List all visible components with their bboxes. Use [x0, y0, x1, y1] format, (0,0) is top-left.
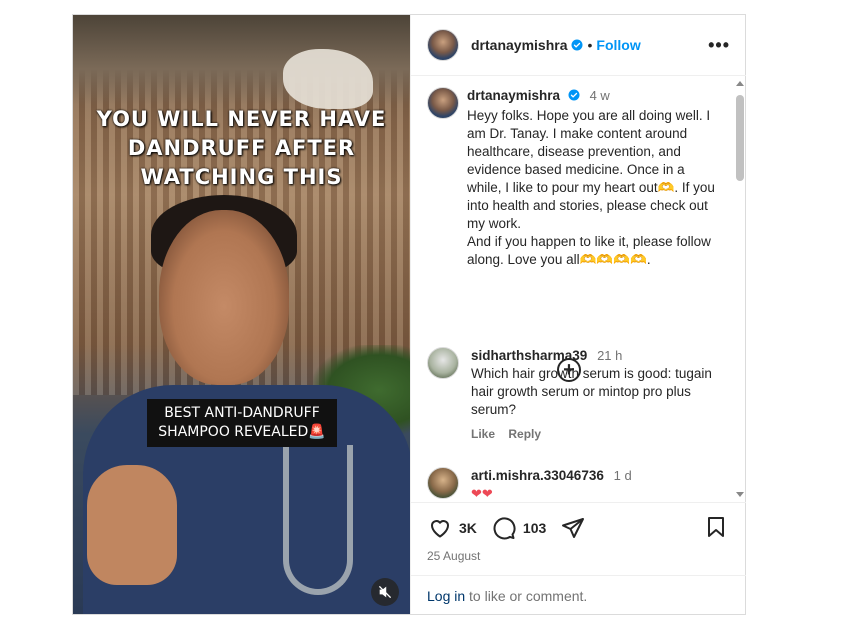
scrollbar-thumb[interactable] [736, 95, 744, 181]
comment-like-button[interactable]: Like [471, 427, 495, 441]
comment-time: 1 d [613, 468, 632, 483]
commenter-username[interactable]: sidharthsharma39 [471, 348, 587, 363]
post-date[interactable]: 25 August [427, 549, 480, 563]
commenter-avatar[interactable] [427, 347, 459, 379]
post-container: YOU WILL NEVER HAVE DANDRUFF AFTER WATCH… [72, 14, 746, 615]
scroll-down-arrow-icon[interactable] [736, 492, 744, 497]
comment-text: Which hair growth serum is good: tugain … [471, 366, 712, 417]
stethoscope [283, 445, 353, 595]
follow-button[interactable]: Follow [596, 37, 640, 53]
caption-text: Heyy folks. Hope you are all doing well.… [467, 108, 715, 267]
comment-button[interactable] [491, 515, 517, 541]
more-options-icon[interactable]: ••• [708, 35, 730, 56]
overlay-line: YOU WILL NEVER HAVE [96, 107, 387, 131]
post-sidebar: drtanaymishra • Follow ••• drtanaymishra… [410, 15, 746, 614]
comment-body: sidharthsharma39 21 h Which hair growth … [471, 347, 721, 443]
verified-badge-icon [571, 39, 583, 51]
verified-badge-icon [568, 89, 580, 101]
author-username[interactable]: drtanaymishra [471, 37, 567, 53]
scroll-up-arrow-icon[interactable] [736, 81, 744, 86]
caption-time: 4 w [589, 88, 610, 103]
mute-button[interactable] [371, 578, 399, 606]
comment-body: arti.mishra.33046736 1 d ❤❤ [471, 467, 721, 501]
heart-icon [431, 520, 449, 538]
comments-scroll-area[interactable]: drtanaymishra 4 w Heyy folks. Hope you a… [411, 77, 746, 501]
overlay-line: DANDRUFF AFTER [127, 136, 356, 160]
paper-plane-icon [562, 518, 585, 538]
commenter-avatar[interactable] [427, 467, 459, 499]
login-link[interactable]: Log in [427, 588, 465, 604]
caption-author-avatar[interactable] [427, 87, 459, 119]
caption-content: drtanaymishra 4 w Heyy folks. Hope you a… [467, 87, 722, 269]
person-hand [87, 465, 177, 585]
comment-item: sidharthsharma39 21 h Which hair growth … [427, 347, 727, 443]
comment-reply-button[interactable]: Reply [508, 427, 541, 441]
login-prompt-text: to like or comment. [465, 588, 588, 604]
like-button[interactable] [427, 515, 453, 541]
person-face [159, 210, 289, 385]
caption-username[interactable]: drtanaymishra [467, 88, 560, 103]
action-row: 3K 103 [427, 515, 586, 541]
comment-bubble-icon [493, 517, 516, 540]
commenter-username[interactable]: arti.mishra.33046736 [471, 468, 604, 483]
bookmark-icon [708, 517, 724, 537]
login-prompt: Log in to like or comment. [411, 575, 746, 614]
video-caption-box: BEST ANTI-DANDRUFF SHAMPOO REVEALED🚨 [147, 399, 337, 447]
comments-count[interactable]: 103 [523, 520, 546, 536]
post-action-bar: 3K 103 25 August [411, 502, 746, 563]
comment-item: arti.mishra.33046736 1 d ❤❤ [427, 467, 727, 501]
reel-video[interactable]: YOU WILL NEVER HAVE DANDRUFF AFTER WATCH… [73, 15, 410, 614]
video-overlay-title: YOU WILL NEVER HAVE DANDRUFF AFTER WATCH… [73, 105, 410, 192]
muted-speaker-icon [379, 586, 391, 598]
comment-time: 21 h [597, 348, 623, 363]
header-separator: • [587, 37, 593, 53]
post-header: drtanaymishra • Follow ••• [411, 15, 746, 76]
comment-actions: Like Reply [471, 425, 721, 443]
share-button[interactable] [560, 515, 586, 541]
author-avatar[interactable] [427, 29, 459, 61]
likes-count[interactable]: 3K [459, 520, 477, 536]
overlay-line: WATCHING THIS [140, 165, 343, 189]
save-button[interactable] [704, 515, 730, 541]
post-caption: drtanaymishra 4 w Heyy folks. Hope you a… [427, 87, 727, 269]
comment-text: ❤❤ [471, 486, 493, 501]
scrollbar[interactable] [734, 77, 746, 501]
